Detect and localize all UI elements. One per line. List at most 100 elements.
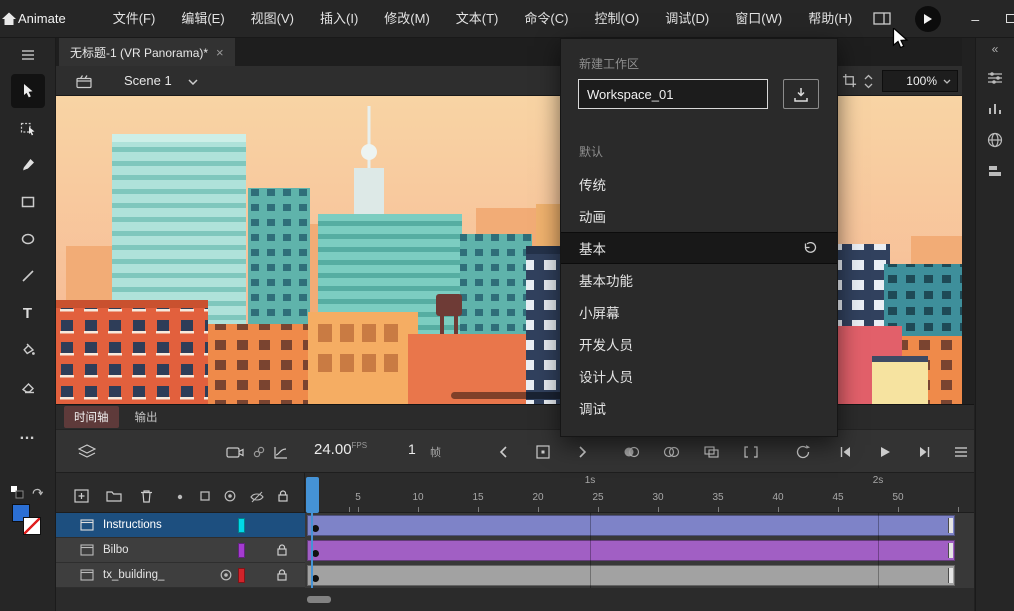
advanced-layers-icon[interactable] bbox=[248, 441, 270, 463]
default-colors-icon[interactable] bbox=[10, 485, 24, 499]
workspace-item-essentials[interactable]: 基本 bbox=[561, 232, 837, 264]
reset-workspace-icon[interactable] bbox=[803, 242, 817, 255]
home-button[interactable] bbox=[0, 0, 18, 38]
brush-tool[interactable] bbox=[11, 148, 45, 182]
layer-row-bilbo[interactable]: Bilbo bbox=[56, 538, 305, 563]
workspace-item-designer[interactable]: 设计人员 bbox=[561, 360, 837, 392]
keyframe-dot[interactable] bbox=[312, 525, 319, 532]
timeline-scrollbar-thumb[interactable] bbox=[307, 596, 331, 603]
timeline-scrollbar[interactable] bbox=[305, 588, 974, 611]
onion-skin-outline-icon[interactable] bbox=[660, 441, 682, 463]
playhead[interactable] bbox=[306, 477, 319, 513]
menu-commands[interactable]: 命令(C) bbox=[511, 0, 581, 38]
layer-row-tx-building[interactable]: tx_building_ bbox=[56, 563, 305, 588]
workspace-item-essential-functions[interactable]: 基本功能 bbox=[561, 264, 837, 296]
tab-output[interactable]: 输出 bbox=[125, 406, 168, 428]
clip-content-icon[interactable] bbox=[842, 73, 857, 88]
line-tool[interactable] bbox=[11, 259, 45, 293]
document-tab[interactable]: 无标题-1 (VR Panorama)* × bbox=[59, 38, 235, 66]
workspace-item-classic[interactable]: 传统 bbox=[561, 168, 837, 200]
keyframe-dot[interactable] bbox=[312, 550, 319, 557]
oval-tool[interactable] bbox=[11, 222, 45, 256]
frame-markers-icon[interactable] bbox=[740, 441, 762, 463]
hide-column-icon[interactable] bbox=[250, 491, 264, 503]
menu-modify[interactable]: 修改(M) bbox=[371, 0, 443, 38]
next-frame-icon[interactable] bbox=[572, 441, 594, 463]
layers-stack-icon[interactable] bbox=[76, 441, 98, 463]
timeline-panel-menu-icon[interactable] bbox=[950, 441, 972, 463]
fps-display[interactable]: 24.00FPS bbox=[314, 441, 367, 458]
stats-panel-button[interactable] bbox=[982, 96, 1008, 122]
new-folder-button[interactable] bbox=[106, 489, 122, 502]
current-frame-display[interactable]: 1 bbox=[408, 441, 416, 457]
frame-span-instructions[interactable] bbox=[307, 515, 955, 536]
menu-window[interactable]: 窗口(W) bbox=[722, 0, 795, 38]
transform-tool[interactable] bbox=[11, 111, 45, 145]
timeline-ruler[interactable]: 1s 2s 5 10 15 20 25 30 35 40 45 50 bbox=[305, 473, 974, 513]
graph-editor-icon[interactable] bbox=[270, 441, 292, 463]
eraser-tool[interactable] bbox=[11, 370, 45, 404]
menu-insert[interactable]: 插入(I) bbox=[307, 0, 371, 38]
collapse-panels-icon[interactable]: « bbox=[976, 38, 1014, 60]
zoom-stepper[interactable] bbox=[864, 74, 873, 89]
save-workspace-button[interactable] bbox=[783, 79, 819, 109]
window-minimize-button[interactable]: – bbox=[957, 0, 993, 38]
highlight-column-icon[interactable] bbox=[176, 493, 184, 501]
scene-chevron-down-icon[interactable] bbox=[188, 79, 198, 85]
outline-column-icon[interactable] bbox=[200, 491, 210, 501]
go-to-first-frame-icon[interactable] bbox=[834, 441, 856, 463]
layer-color-swatch[interactable] bbox=[238, 518, 245, 533]
text-tool[interactable]: T bbox=[11, 296, 45, 330]
play-button-icon[interactable] bbox=[874, 441, 896, 463]
workspace-item-small-screen[interactable]: 小屏幕 bbox=[561, 296, 837, 328]
frame-span-bilbo[interactable] bbox=[307, 540, 955, 561]
delete-layer-button[interactable] bbox=[140, 489, 153, 503]
layer-color-swatch[interactable] bbox=[238, 568, 245, 583]
onion-column-icon[interactable] bbox=[224, 490, 236, 502]
paint-bucket-tool[interactable] bbox=[11, 333, 45, 367]
step-forward-icon[interactable] bbox=[914, 441, 936, 463]
zoom-select[interactable]: 100% bbox=[882, 70, 958, 92]
fill-color-swatch[interactable] bbox=[23, 517, 41, 535]
tools-menu-icon[interactable] bbox=[11, 42, 45, 68]
lock-column-icon[interactable] bbox=[278, 490, 288, 502]
rectangle-tool[interactable] bbox=[11, 185, 45, 219]
previous-frame-icon[interactable] bbox=[492, 441, 514, 463]
menu-control[interactable]: 控制(O) bbox=[581, 0, 652, 38]
layer-lock-icon[interactable] bbox=[277, 544, 287, 556]
workspace-name-input[interactable] bbox=[578, 79, 768, 109]
menu-text[interactable]: 文本(T) bbox=[443, 0, 512, 38]
vr-view-panel-button[interactable] bbox=[982, 127, 1008, 153]
menu-help[interactable]: 帮助(H) bbox=[795, 0, 865, 38]
workspace-item-debug[interactable]: 调试 bbox=[561, 392, 837, 424]
workspace-item-animation[interactable]: 动画 bbox=[561, 200, 837, 232]
workspace-item-developer[interactable]: 开发人员 bbox=[561, 328, 837, 360]
layer-color-swatch[interactable] bbox=[238, 543, 245, 558]
frames-area[interactable] bbox=[305, 513, 974, 588]
properties-panel-button[interactable] bbox=[982, 65, 1008, 91]
layer-lock-icon[interactable] bbox=[277, 569, 287, 581]
app-name[interactable]: Animate bbox=[18, 11, 66, 26]
tab-close-icon[interactable]: × bbox=[216, 45, 224, 60]
test-movie-button[interactable] bbox=[915, 6, 941, 32]
window-maximize-button[interactable] bbox=[993, 0, 1014, 38]
align-panel-button[interactable] bbox=[982, 158, 1008, 184]
camera-icon[interactable] bbox=[224, 441, 246, 463]
edit-multiple-frames-icon[interactable] bbox=[700, 441, 722, 463]
scene-breadcrumb[interactable]: Scene 1 bbox=[124, 73, 172, 88]
keyframe-dot[interactable] bbox=[312, 575, 319, 582]
menu-file[interactable]: 文件(F) bbox=[100, 0, 169, 38]
onion-skin-icon[interactable] bbox=[620, 441, 642, 463]
layer-onion-icon[interactable] bbox=[220, 569, 232, 581]
menu-view[interactable]: 视图(V) bbox=[238, 0, 307, 38]
new-layer-button[interactable] bbox=[74, 489, 89, 503]
menu-edit[interactable]: 编辑(E) bbox=[168, 0, 237, 38]
layer-row-instructions[interactable]: Instructions bbox=[56, 513, 305, 538]
center-frame-icon[interactable] bbox=[532, 441, 554, 463]
loop-icon[interactable] bbox=[792, 441, 814, 463]
frame-span-tx-building[interactable] bbox=[307, 565, 955, 586]
swap-colors-icon[interactable] bbox=[31, 485, 44, 498]
menu-debug[interactable]: 调试(D) bbox=[652, 0, 722, 38]
more-tools-button[interactable]: … bbox=[11, 418, 45, 452]
selection-tool[interactable] bbox=[11, 74, 45, 108]
